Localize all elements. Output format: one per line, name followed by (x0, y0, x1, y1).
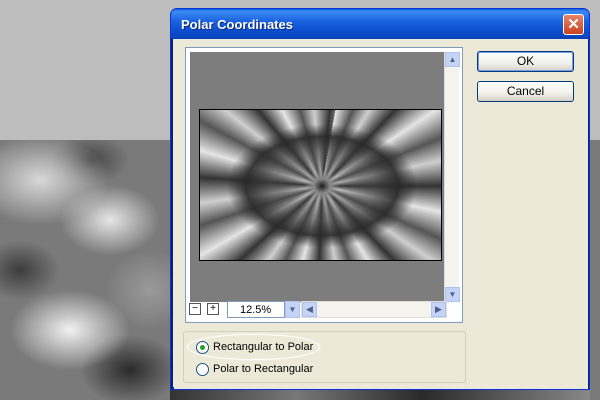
scroll-left-arrow-icon[interactable]: ◀ (302, 302, 317, 317)
preview-area[interactable] (190, 52, 444, 302)
polar-coordinates-dialog: Polar Coordinates ✕ ▲ ▼ − + 12.5% ▼ ◀ ▶ … (170, 8, 590, 390)
radio-option-polar-to-rectangular[interactable]: Polar to Rectangular (196, 361, 313, 377)
dialog-titlebar[interactable]: Polar Coordinates ✕ (171, 9, 589, 39)
radio-unselected-icon[interactable] (196, 362, 209, 376)
close-button[interactable]: ✕ (563, 14, 584, 35)
close-icon: ✕ (567, 16, 580, 33)
zoom-level-field[interactable]: 12.5% (227, 301, 285, 318)
preview-vertical-scrollbar[interactable]: ▲ ▼ (444, 52, 460, 302)
radio-label-polar-to-rectangular: Polar to Rectangular (213, 363, 314, 375)
preview-horizontal-scrollbar[interactable]: ◀ ▶ (301, 301, 447, 318)
zoom-out-button[interactable]: − (189, 303, 201, 315)
zoom-controls: − + 12.5% ▼ ◀ ▶ (189, 301, 459, 319)
ok-button[interactable]: OK (477, 51, 574, 72)
scroll-right-arrow-icon[interactable]: ▶ (431, 302, 446, 317)
zoom-in-button[interactable]: + (207, 303, 219, 315)
dialog-title: Polar Coordinates (181, 17, 293, 32)
cancel-button[interactable]: Cancel (477, 81, 574, 102)
radio-option-rectangular-to-polar[interactable]: Rectangular to Polar (196, 339, 313, 355)
scroll-down-arrow-icon[interactable]: ▼ (445, 287, 460, 302)
conversion-options-group: Rectangular to Polar Polar to Rectangula… (183, 331, 466, 383)
preview-panel: ▲ ▼ (185, 47, 463, 323)
preview-image[interactable] (199, 109, 442, 261)
chevron-down-icon[interactable]: ▼ (285, 301, 300, 318)
scroll-up-arrow-icon[interactable]: ▲ (445, 52, 460, 67)
radio-label-rectangular-to-polar: Rectangular to Polar (213, 341, 314, 353)
dialog-client-area: ▲ ▼ − + 12.5% ▼ ◀ ▶ OK Cancel Rectangula… (174, 39, 588, 389)
radio-selected-icon[interactable] (196, 340, 209, 354)
